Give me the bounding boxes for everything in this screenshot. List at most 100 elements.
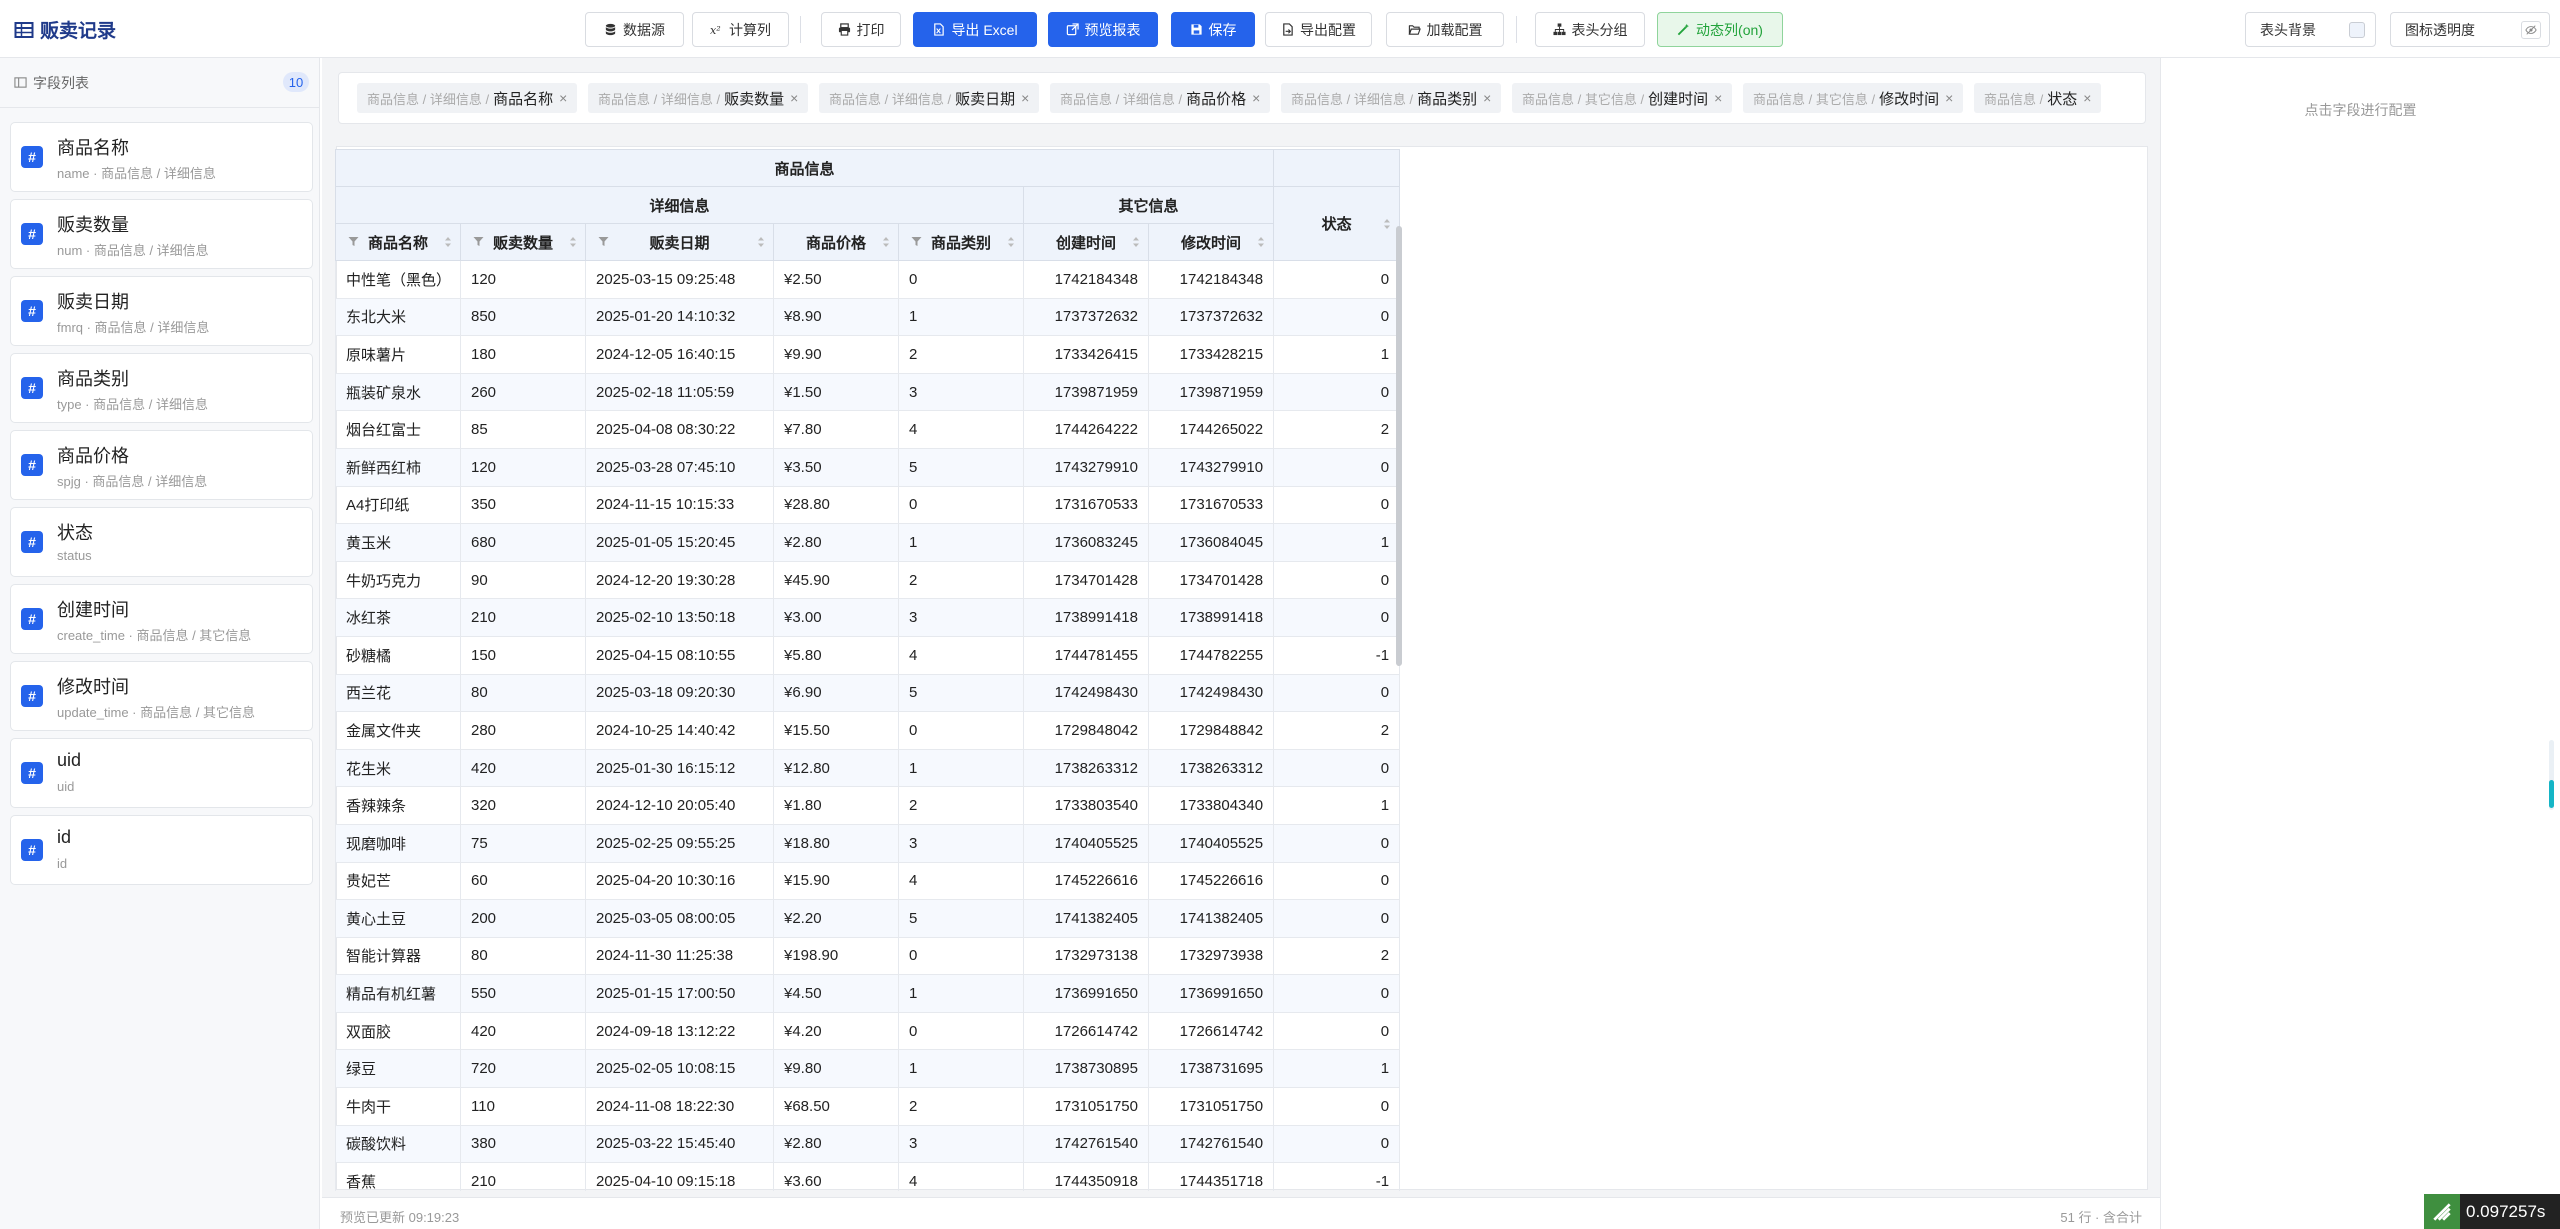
table-row[interactable]: 绿豆 720 2025-02-05 10:08:15 ¥9.80 1 1738730895… — [335, 1049, 1401, 1089]
filter-icon[interactable] — [473, 236, 484, 247]
visibility-toggle[interactable] — [2521, 21, 2541, 39]
field-chip[interactable]: 商品信息 / 详细信息 / 商品价格 × — [1050, 83, 1271, 113]
column-header[interactable]: 商品价格 — [773, 223, 899, 261]
field-item[interactable]: # 商品名称 name · 商品信息 / 详细信息 — [10, 122, 313, 192]
datasource-button[interactable]: 数据源 — [585, 12, 684, 47]
sort-icon[interactable] — [444, 236, 452, 248]
export-config-button[interactable]: 导出配置 — [1265, 12, 1372, 47]
table-cell: ¥45.90 — [773, 560, 899, 600]
close-icon[interactable]: × — [1714, 90, 1722, 106]
load-config-button[interactable]: 加载配置 — [1386, 12, 1504, 47]
field-chip[interactable]: 商品信息 / 其它信息 / 修改时间 × — [1743, 83, 1964, 113]
table-row[interactable]: 牛奶巧克力 90 2024-12-20 19:30:28 ¥45.90 2 1734701… — [335, 560, 1401, 600]
column-header[interactable]: 商品名称 — [335, 223, 461, 261]
table-row[interactable]: 牛肉干 110 2024-11-08 18:22:30 ¥68.50 2 17310517… — [335, 1087, 1401, 1126]
close-icon[interactable]: × — [1945, 90, 1953, 106]
table-cell: ¥3.60 — [773, 1162, 899, 1191]
table-row[interactable]: 东北大米 850 2025-01-20 14:10:32 ¥8.90 1 17373726… — [335, 297, 1401, 337]
sort-icon[interactable] — [1007, 236, 1015, 248]
table-row[interactable]: A4打印纸 350 2024-11-15 10:15:33 ¥28.80 0 173167… — [335, 485, 1401, 525]
column-header[interactable]: 贩卖数量 — [460, 223, 586, 261]
field-item[interactable]: # 状态 status — [10, 507, 313, 577]
sort-icon[interactable] — [569, 236, 577, 248]
filter-icon[interactable] — [598, 236, 609, 247]
hash-icon: # — [21, 377, 43, 399]
table-row[interactable]: 香蕉 210 2025-04-10 09:15:18 ¥3.60 4 1744350918… — [335, 1162, 1401, 1191]
table-row[interactable]: 原味薯片 180 2024-12-05 16:40:15 ¥9.90 2 17334264… — [335, 335, 1401, 374]
table-row[interactable]: 碳酸饮料 380 2025-03-22 15:45:40 ¥2.80 3 17427615… — [335, 1124, 1401, 1164]
close-icon[interactable]: × — [1252, 90, 1260, 106]
table-cell: 5 — [898, 447, 1024, 487]
close-icon[interactable]: × — [2083, 90, 2091, 106]
table-row[interactable]: 智能计算器 80 2024-11-30 11:25:38 ¥198.90 0 173297… — [335, 936, 1401, 976]
table-row[interactable]: 新鲜西红柿 120 2025-03-28 07:45:10 ¥3.50 5 1743279… — [335, 447, 1401, 487]
table-row[interactable]: 贵妃芒 60 2025-04-20 10:30:16 ¥15.90 4 174522661… — [335, 861, 1401, 901]
dynamic-column-toggle[interactable]: 动态列(on) — [1657, 12, 1783, 47]
field-item[interactable]: # 修改时间 update_time · 商品信息 / 其它信息 — [10, 661, 313, 731]
field-chip[interactable]: 商品信息 / 其它信息 / 创建时间 × — [1512, 83, 1733, 113]
column-header[interactable]: 贩卖日期 — [585, 223, 774, 261]
column-header[interactable]: 创建时间 — [1023, 223, 1149, 261]
sort-icon[interactable] — [1383, 218, 1391, 230]
table-row[interactable]: 冰红茶 210 2025-02-10 13:50:18 ¥3.00 3 173899141… — [335, 598, 1401, 637]
filter-icon[interactable] — [911, 236, 922, 247]
header-background-control[interactable]: 表头背景 — [2245, 12, 2376, 47]
table-row[interactable]: 现磨咖啡 75 2025-02-25 09:55:25 ¥18.80 3 17404055… — [335, 823, 1401, 863]
field-item[interactable]: # id id — [10, 815, 313, 885]
table-cell: 2025-01-20 14:10:32 — [585, 297, 774, 337]
column-header[interactable]: 商品类别 — [898, 223, 1024, 261]
field-name: uid — [57, 750, 82, 770]
preview-report-button[interactable]: 预览报表 — [1048, 12, 1158, 47]
filter-icon[interactable] — [348, 236, 359, 247]
table-cell: 150 — [460, 635, 586, 675]
sort-icon[interactable] — [757, 236, 765, 248]
close-icon[interactable]: × — [1483, 90, 1491, 106]
field-item[interactable]: # 创建时间 create_time · 商品信息 / 其它信息 — [10, 584, 313, 654]
preview-updated-text: 预览已更新 09:19:23 — [340, 1210, 460, 1225]
close-icon[interactable]: × — [1021, 90, 1029, 106]
print-button[interactable]: 打印 — [821, 12, 901, 47]
column-header[interactable]: 修改时间 — [1147, 223, 1275, 261]
table-row[interactable]: 双面胶 420 2024-09-18 13:12:22 ¥4.20 0 172661474… — [335, 1011, 1401, 1051]
field-chip[interactable]: 商品信息 / 详细信息 / 商品名称 × — [357, 83, 578, 113]
header-background-swatch[interactable] — [2349, 22, 2365, 38]
close-icon[interactable]: × — [790, 90, 798, 106]
export-excel-button[interactable]: 导出 Excel — [913, 12, 1037, 47]
table-row[interactable]: 瓶装矿泉水 260 2025-02-18 11:05:59 ¥1.50 3 1739871… — [335, 372, 1401, 412]
table-row[interactable]: 砂糖橘 150 2025-04-15 08:10:55 ¥5.80 4 174478145… — [335, 635, 1401, 675]
table-cell: 原味薯片 — [335, 335, 461, 374]
table-cell: 1 — [1273, 786, 1401, 825]
table-row[interactable]: 中性笔（黑色） 120 2025-03-15 09:25:48 ¥2.50 0 17421… — [335, 260, 1401, 299]
table-row[interactable]: 西兰花 80 2025-03-18 09:20:30 ¥6.90 5 1742498430… — [335, 673, 1401, 713]
sort-icon[interactable] — [882, 236, 890, 248]
close-icon[interactable]: × — [559, 90, 567, 106]
table-cell: 烟台红富士 — [335, 410, 461, 449]
table-scrollbar[interactable] — [1396, 226, 1402, 666]
panel-scroll-thumb[interactable] — [2549, 780, 2554, 808]
calc-column-button[interactable]: x² 计算列 — [692, 12, 789, 47]
table-row[interactable]: 烟台红富士 85 2025-04-08 08:30:22 ¥7.80 4 17442642… — [335, 410, 1401, 449]
table-row[interactable]: 香辣辣条 320 2024-12-10 20:05:40 ¥1.80 2 17338035… — [335, 786, 1401, 825]
column-header-status[interactable]: 状态 — [1273, 186, 1401, 261]
field-item[interactable]: # 商品价格 spjg · 商品信息 / 详细信息 — [10, 430, 313, 500]
table-row[interactable]: 花生米 420 2025-01-30 16:15:12 ¥12.80 1 17382633… — [335, 748, 1401, 788]
table-row[interactable]: 金属文件夹 280 2024-10-25 14:40:42 ¥15.50 0 172984… — [335, 711, 1401, 750]
table-cell: 85 — [460, 410, 586, 449]
field-chip[interactable]: 商品信息 / 详细信息 / 商品类别 × — [1281, 83, 1502, 113]
table-row[interactable]: 黄心土豆 200 2025-03-05 08:00:05 ¥2.20 5 17413824… — [335, 899, 1401, 938]
field-item[interactable]: # 商品类别 type · 商品信息 / 详细信息 — [10, 353, 313, 423]
table-cell: 0 — [1273, 297, 1401, 337]
field-item[interactable]: # uid uid — [10, 738, 313, 808]
field-item[interactable]: # 贩卖数量 num · 商品信息 / 详细信息 — [10, 199, 313, 269]
sort-icon[interactable] — [1257, 236, 1265, 248]
icon-opacity-control[interactable]: 图标透明度 — [2390, 12, 2550, 47]
save-button[interactable]: 保存 — [1171, 12, 1255, 47]
header-group-button[interactable]: 表头分组 — [1535, 12, 1645, 47]
field-chip[interactable]: 商品信息 / 详细信息 / 贩卖数量 × — [588, 83, 809, 113]
table-row[interactable]: 精品有机红薯 550 2025-01-15 17:00:50 ¥4.50 1 173699… — [335, 974, 1401, 1013]
field-item[interactable]: # 贩卖日期 fmrq · 商品信息 / 详细信息 — [10, 276, 313, 346]
field-chip[interactable]: 商品信息 / 状态 × — [1974, 83, 2102, 113]
sort-icon[interactable] — [1132, 236, 1140, 248]
table-row[interactable]: 黄玉米 680 2025-01-05 15:20:45 ¥2.80 1 173608324… — [335, 523, 1401, 562]
field-chip[interactable]: 商品信息 / 详细信息 / 贩卖日期 × — [819, 83, 1040, 113]
